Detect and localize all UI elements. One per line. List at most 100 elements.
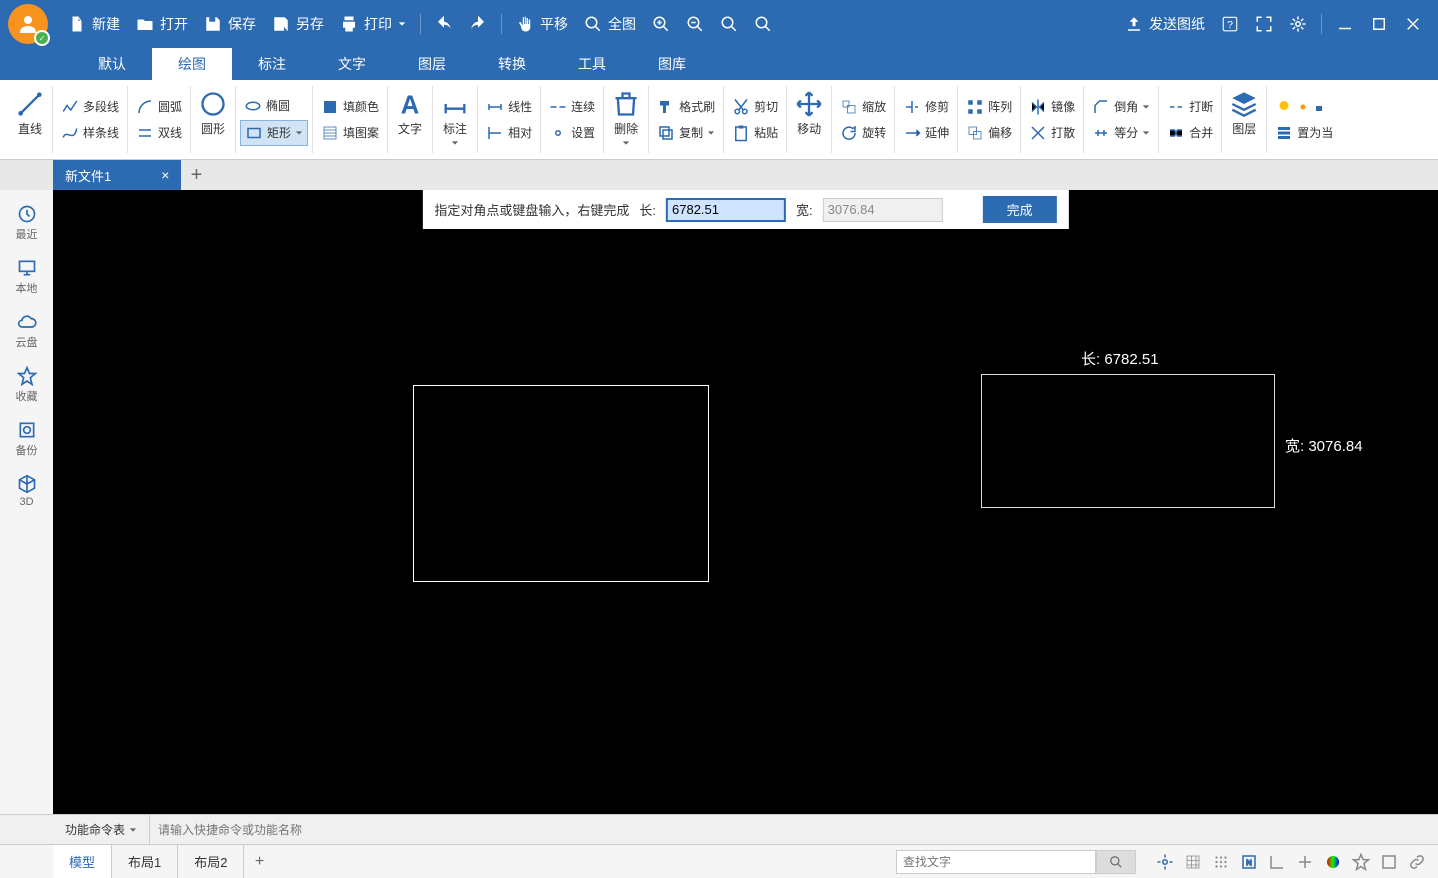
zoom-scale-icon: [754, 15, 772, 33]
text-tool[interactable]: A文字: [390, 86, 430, 141]
circle-tool[interactable]: 圆形: [193, 86, 233, 141]
trim-tool[interactable]: 修剪: [899, 95, 953, 119]
nav-backup[interactable]: 备份: [0, 414, 53, 464]
settings-button[interactable]: [1281, 11, 1315, 37]
open-button[interactable]: 打开: [128, 10, 196, 38]
help-button[interactable]: ?: [1213, 11, 1247, 37]
layout-2[interactable]: 布局2: [178, 845, 244, 878]
relative-tool[interactable]: 相对: [482, 121, 536, 145]
layout-model[interactable]: 模型: [53, 845, 112, 878]
menu-convert[interactable]: 转换: [472, 48, 552, 80]
menu-library[interactable]: 图库: [632, 48, 712, 80]
layout-1[interactable]: 布局1: [112, 845, 178, 878]
divide-tool[interactable]: 等分: [1088, 121, 1154, 145]
grid-icon[interactable]: [1184, 853, 1202, 871]
search-button[interactable]: [1096, 850, 1136, 874]
ortho-icon[interactable]: [1268, 853, 1286, 871]
saveas-button[interactable]: 另存: [264, 10, 332, 38]
redo-button[interactable]: [461, 11, 495, 37]
array-tool[interactable]: 阵列: [962, 95, 1016, 119]
extend-tool[interactable]: 延伸: [899, 121, 953, 145]
box-icon[interactable]: [1380, 853, 1398, 871]
merge-tool[interactable]: 合并: [1163, 121, 1217, 145]
menu-default[interactable]: 默认: [72, 48, 152, 80]
node-icon[interactable]: N: [1240, 853, 1258, 871]
length-input[interactable]: [666, 198, 786, 222]
undo-button[interactable]: [427, 11, 461, 37]
link-icon[interactable]: [1408, 853, 1426, 871]
menu-annotate[interactable]: 标注: [232, 48, 312, 80]
paste-tool[interactable]: 粘贴: [728, 121, 782, 145]
rect-tool[interactable]: 矩形: [240, 120, 308, 146]
format-tool[interactable]: 格式刷: [653, 95, 719, 119]
mirror-tool[interactable]: 镜像: [1025, 95, 1079, 119]
zoom-window-button[interactable]: [712, 11, 746, 37]
add-document-button[interactable]: +: [181, 160, 211, 190]
send-button[interactable]: 发送图纸: [1117, 10, 1213, 38]
search-input[interactable]: [896, 850, 1096, 874]
command-input[interactable]: [150, 823, 1438, 837]
new-button[interactable]: 新建: [60, 10, 128, 38]
width-input[interactable]: [823, 198, 943, 222]
menu-draw[interactable]: 绘图: [152, 48, 232, 80]
continue-tool[interactable]: 连续: [545, 95, 599, 119]
spline-tool[interactable]: 样条线: [57, 121, 123, 145]
snap-icon[interactable]: [1156, 853, 1174, 871]
move-tool[interactable]: 移动: [789, 86, 829, 141]
nav-fav[interactable]: 收藏: [0, 360, 53, 410]
canvas[interactable]: 指定对角点或键盘输入，右键完成 长: 宽: 完成 长: 6782.51 宽: 3…: [53, 190, 1438, 814]
nav-3d[interactable]: 3D: [0, 468, 53, 514]
delete-tool[interactable]: 删除: [606, 86, 646, 151]
status-toggles: N: [1144, 845, 1438, 878]
star-outline-icon[interactable]: [1352, 853, 1370, 871]
document-close-icon[interactable]: ×: [161, 167, 169, 183]
menu-tool[interactable]: 工具: [552, 48, 632, 80]
setting-tool[interactable]: 设置: [545, 121, 599, 145]
line-tool[interactable]: 直线: [10, 86, 50, 141]
menu-layer[interactable]: 图层: [392, 48, 472, 80]
close-button[interactable]: [1396, 11, 1430, 37]
maximize-button[interactable]: [1362, 11, 1396, 37]
dline-tool[interactable]: 双线: [132, 121, 186, 145]
bulb-tool[interactable]: [1271, 95, 1337, 119]
pan-button[interactable]: 平移: [508, 10, 576, 38]
done-button[interactable]: 完成: [983, 196, 1057, 223]
nav-cloud[interactable]: 云盘: [0, 306, 53, 356]
user-avatar[interactable]: ✓: [8, 4, 48, 44]
annotate-tool[interactable]: 标注: [435, 86, 475, 151]
chevron-down-icon: [129, 826, 137, 834]
add-layout-button[interactable]: +: [244, 845, 274, 878]
menu-text[interactable]: 文字: [312, 48, 392, 80]
save-button[interactable]: 保存: [196, 10, 264, 38]
layer-tool[interactable]: 图层: [1224, 86, 1264, 141]
offset-tool[interactable]: 偏移: [962, 121, 1016, 145]
rotate-tool[interactable]: 旋转: [836, 121, 890, 145]
arc-tool[interactable]: 圆弧: [132, 95, 186, 119]
dots-icon[interactable]: [1212, 853, 1230, 871]
zoom-extent-button[interactable]: 全图: [576, 10, 644, 38]
explode-tool[interactable]: 打散: [1025, 121, 1079, 145]
nav-recent[interactable]: 最近: [0, 198, 53, 248]
fillpattern-tool[interactable]: 填图案: [317, 121, 383, 145]
command-tab[interactable]: 功能命令表: [53, 815, 150, 844]
zoom-in-button[interactable]: [644, 11, 678, 37]
minimize-button[interactable]: [1328, 11, 1362, 37]
nav-local[interactable]: 本地: [0, 252, 53, 302]
color-icon[interactable]: [1324, 853, 1342, 871]
polyline-tool[interactable]: 多段线: [57, 95, 123, 119]
document-tab[interactable]: 新文件1 ×: [53, 160, 181, 190]
zoom-scale-button[interactable]: [746, 11, 780, 37]
crosshair-icon[interactable]: [1296, 853, 1314, 871]
chamfer-tool[interactable]: 倒角: [1088, 95, 1154, 119]
scale-tool[interactable]: 缩放: [836, 95, 890, 119]
linear-tool[interactable]: 线性: [482, 95, 536, 119]
print-button[interactable]: 打印: [332, 10, 414, 38]
ellipse-tool[interactable]: 椭圆: [240, 94, 308, 118]
fillcolor-tool[interactable]: 填颜色: [317, 95, 383, 119]
copy-tool[interactable]: 复制: [653, 121, 719, 145]
zoom-out-button[interactable]: [678, 11, 712, 37]
setcurrent-tool[interactable]: 置为当: [1271, 121, 1337, 145]
cut-tool[interactable]: 剪切: [728, 95, 782, 119]
break-tool[interactable]: 打断: [1163, 95, 1217, 119]
fullscreen-button[interactable]: [1247, 11, 1281, 37]
